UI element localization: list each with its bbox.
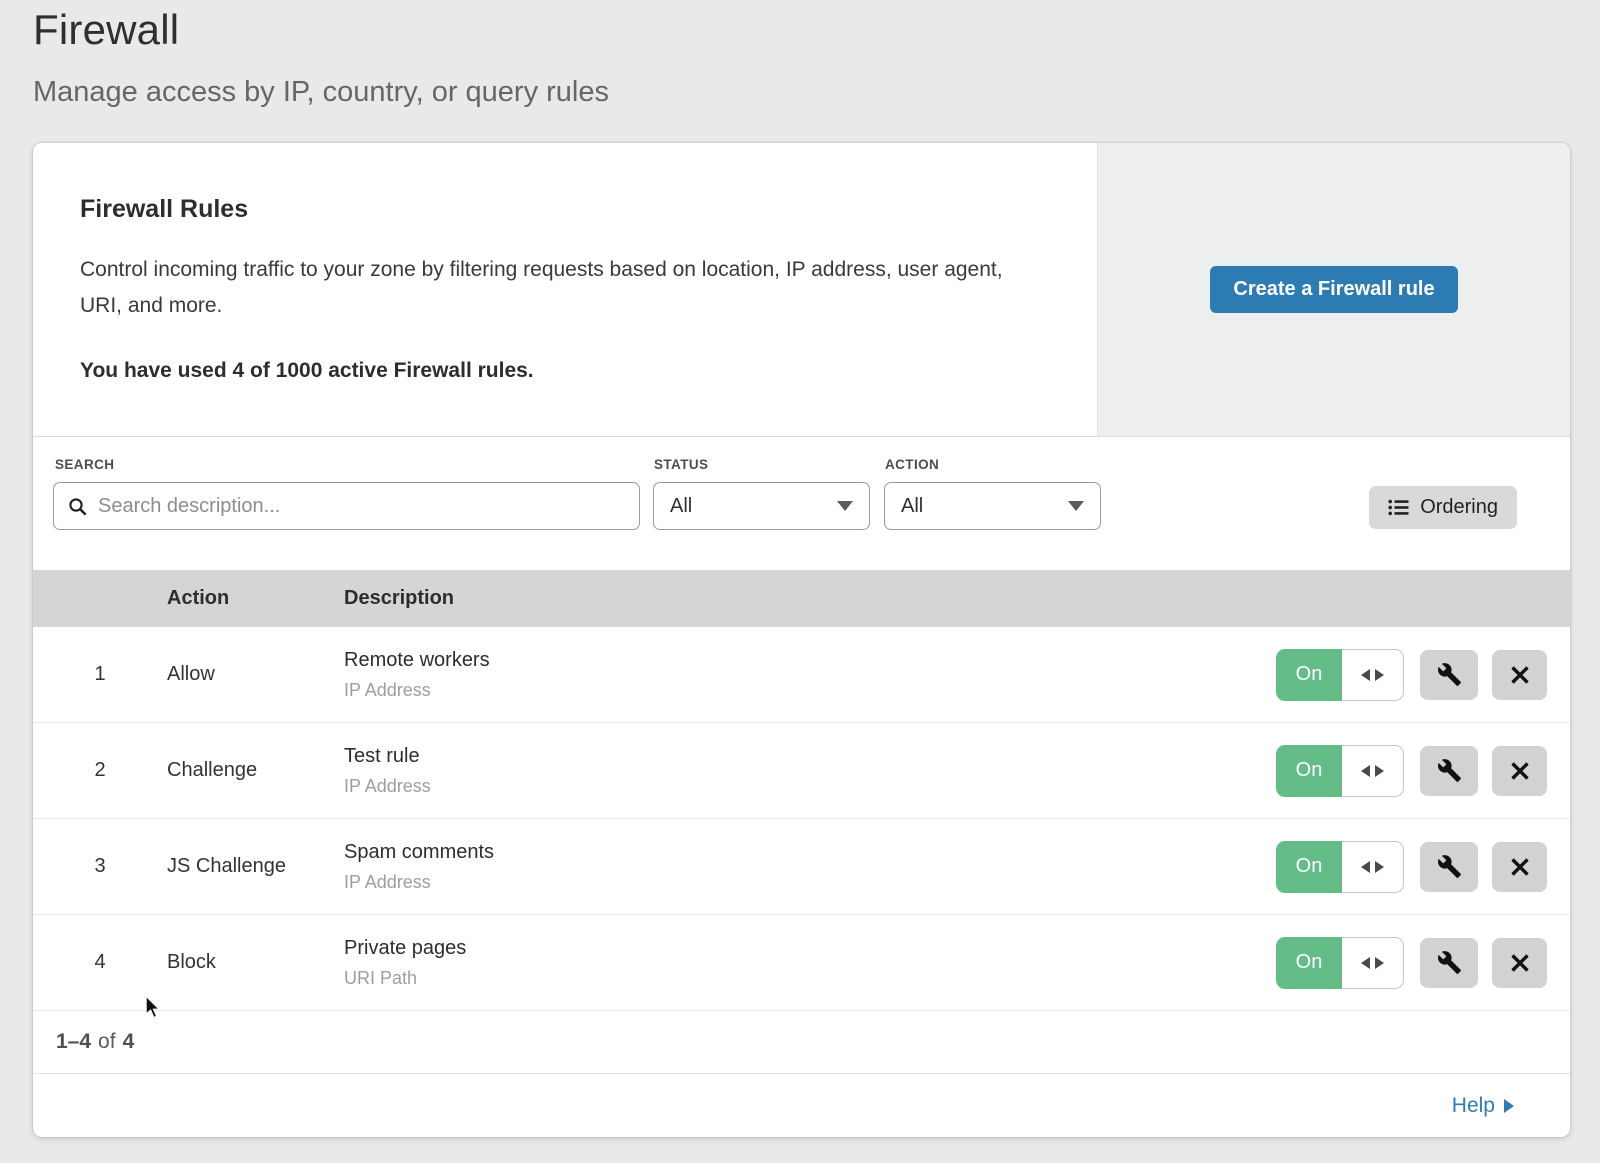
action-select[interactable]: All [884, 482, 1101, 530]
toggle-arrows-icon[interactable] [1342, 841, 1404, 893]
rule-enabled-toggle[interactable]: On [1276, 745, 1404, 797]
help-link[interactable]: Help [1452, 1094, 1514, 1118]
pagination-of-label: of [98, 1030, 116, 1054]
rule-enabled-toggle[interactable]: On [1276, 841, 1404, 893]
toggle-on-label[interactable]: On [1276, 841, 1342, 893]
rule-action: JS Challenge [167, 855, 344, 878]
status-select[interactable]: All [653, 482, 870, 530]
toggle-arrows-icon[interactable] [1342, 937, 1404, 989]
rule-description: Test rule [344, 745, 431, 768]
edit-rule-button[interactable] [1420, 746, 1478, 796]
close-icon [1509, 760, 1531, 782]
toggle-on-label[interactable]: On [1276, 745, 1342, 797]
delete-rule-button[interactable] [1492, 938, 1547, 988]
chevron-down-icon [1068, 501, 1084, 511]
rule-description: Remote workers [344, 649, 490, 672]
wrench-icon [1437, 662, 1462, 687]
toggle-arrows-icon[interactable] [1342, 745, 1404, 797]
pagination: 1–4 of 4 [33, 1011, 1570, 1073]
toggle-on-label[interactable]: On [1276, 937, 1342, 989]
help-row: Help [33, 1073, 1570, 1137]
action-column-header: Action [167, 587, 344, 610]
status-label: STATUS [654, 457, 708, 472]
rule-controls: On [1276, 745, 1570, 797]
rule-controls: On [1276, 841, 1570, 893]
rule-priority: 2 [33, 759, 167, 782]
table-row: 2 Challenge Test rule IP Address On [33, 723, 1570, 819]
rule-enabled-toggle[interactable]: On [1276, 649, 1404, 701]
ordering-button[interactable]: Ordering [1369, 486, 1517, 529]
rule-controls: On [1276, 649, 1570, 701]
overview-heading: Firewall Rules [80, 195, 1037, 224]
rule-action: Allow [167, 663, 344, 686]
rule-action: Challenge [167, 759, 344, 782]
overview-text: Firewall Rules Control incoming traffic … [33, 143, 1097, 436]
chevron-down-icon [837, 501, 853, 511]
firewall-rules-card: Firewall Rules Control incoming traffic … [33, 143, 1570, 1137]
delete-rule-button[interactable] [1492, 842, 1547, 892]
rule-field-type: IP Address [344, 776, 431, 797]
rule-description-cell: Spam comments IP Address [344, 841, 494, 893]
search-box[interactable] [53, 482, 640, 530]
ordered-list-icon [1388, 499, 1409, 516]
pagination-range: 1–4 [56, 1030, 91, 1054]
rule-field-type: URI Path [344, 968, 466, 989]
toggle-arrows-icon[interactable] [1342, 649, 1404, 701]
rule-priority: 3 [33, 855, 167, 878]
rule-description-cell: Test rule IP Address [344, 745, 431, 797]
rule-priority: 4 [33, 951, 167, 974]
page-title: Firewall [33, 6, 609, 54]
ordering-button-label: Ordering [1420, 496, 1498, 519]
table-row: 4 Block Private pages URI Path On [33, 915, 1570, 1011]
edit-rule-button[interactable] [1420, 938, 1478, 988]
create-rule-panel: Create a Firewall rule [1097, 143, 1570, 436]
table-row: 1 Allow Remote workers IP Address On [33, 627, 1570, 723]
delete-rule-button[interactable] [1492, 650, 1547, 700]
create-firewall-rule-button[interactable]: Create a Firewall rule [1210, 266, 1457, 313]
rule-controls: On [1276, 937, 1570, 989]
wrench-icon [1437, 854, 1462, 879]
description-column-header: Description [344, 587, 1570, 610]
search-label: SEARCH [55, 457, 114, 472]
usage-summary: You have used 4 of 1000 active Firewall … [80, 359, 1037, 383]
overview-section: Firewall Rules Control incoming traffic … [33, 143, 1570, 437]
wrench-icon [1437, 758, 1462, 783]
table-header: Action Description [33, 570, 1570, 627]
edit-rule-button[interactable] [1420, 842, 1478, 892]
overview-description: Control incoming traffic to your zone by… [80, 252, 1030, 324]
rule-action: Block [167, 951, 344, 974]
action-selected-value: All [901, 495, 923, 518]
help-link-label: Help [1452, 1094, 1495, 1118]
close-icon [1509, 664, 1531, 686]
close-icon [1509, 856, 1531, 878]
search-icon [67, 496, 88, 517]
page-subtitle: Manage access by IP, country, or query r… [33, 76, 609, 109]
rule-priority: 1 [33, 663, 167, 686]
wrench-icon [1437, 950, 1462, 975]
toggle-on-label[interactable]: On [1276, 649, 1342, 701]
rule-description-cell: Remote workers IP Address [344, 649, 490, 701]
rule-description: Private pages [344, 937, 466, 960]
delete-rule-button[interactable] [1492, 746, 1547, 796]
rule-enabled-toggle[interactable]: On [1276, 937, 1404, 989]
rule-description-cell: Private pages URI Path [344, 937, 466, 989]
rule-description: Spam comments [344, 841, 494, 864]
filters-bar: SEARCH STATUS All ACTION All [33, 437, 1570, 570]
table-row: 3 JS Challenge Spam comments IP Address … [33, 819, 1570, 915]
rule-field-type: IP Address [344, 872, 494, 893]
rule-field-type: IP Address [344, 680, 490, 701]
search-input[interactable] [98, 495, 626, 518]
status-selected-value: All [670, 495, 692, 518]
action-label: ACTION [885, 457, 939, 472]
page-header: Firewall Manage access by IP, country, o… [33, 6, 609, 109]
arrow-right-icon [1504, 1099, 1514, 1113]
edit-rule-button[interactable] [1420, 650, 1478, 700]
pagination-total: 4 [123, 1030, 135, 1054]
close-icon [1509, 952, 1531, 974]
